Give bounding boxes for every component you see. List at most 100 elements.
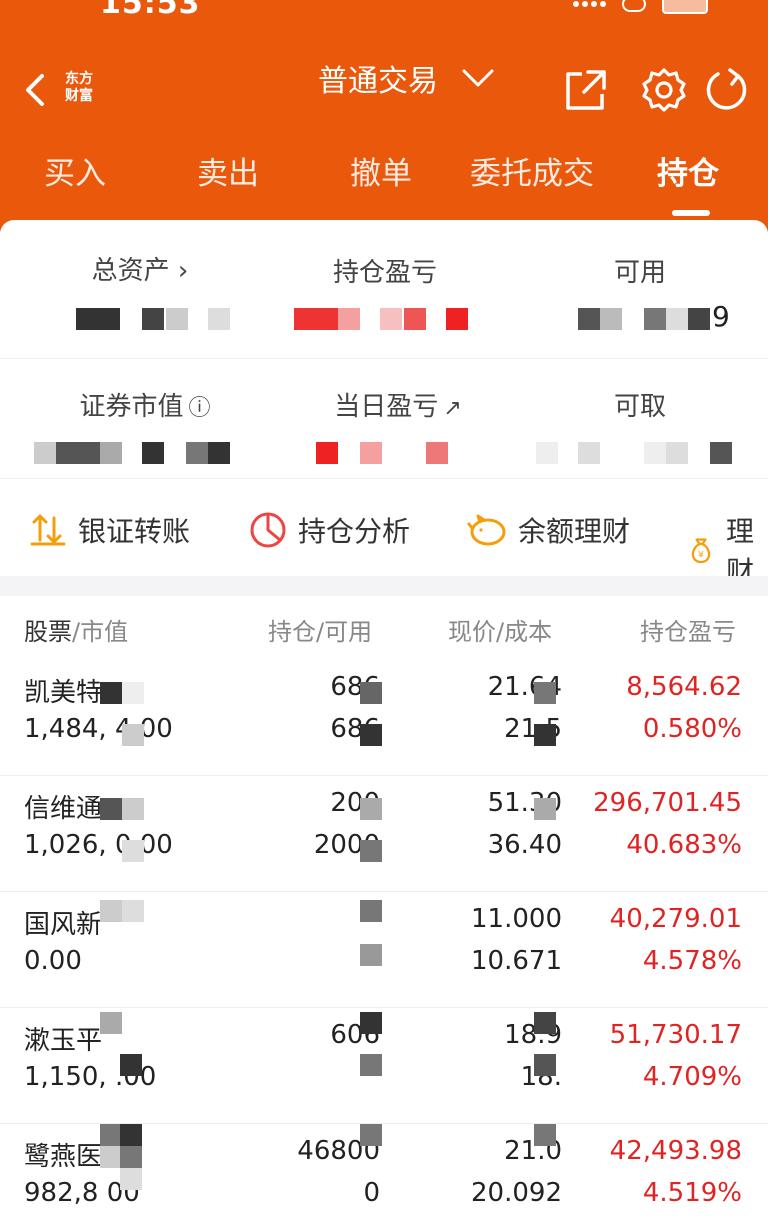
balance-finance-action[interactable]: 余额理财 — [466, 510, 630, 550]
col-header-stock: 股票/市值 — [24, 618, 129, 646]
divider — [0, 358, 768, 359]
stock-name: 凯美特 — [24, 678, 103, 708]
refresh-icon[interactable] — [702, 66, 750, 114]
position-pl-value: 51,730.17 — [609, 1020, 742, 1050]
bank-transfer-action[interactable]: 银证转账 — [28, 510, 190, 550]
masked-value — [710, 442, 732, 464]
position-pl-percent: 40.683% — [626, 830, 742, 860]
masked-value — [360, 724, 382, 746]
masked-value — [100, 682, 122, 704]
back-icon[interactable] — [18, 70, 58, 110]
masked-value — [644, 442, 666, 464]
available: 可用 — [580, 252, 700, 289]
status-time: 15:53 — [100, 0, 201, 21]
masked-value — [534, 682, 556, 704]
tab-sell[interactable]: 卖出 — [197, 148, 259, 193]
available-label: 可用 — [613, 258, 666, 288]
masked-value — [208, 442, 230, 464]
daily-pl-label: 当日盈亏 — [334, 392, 439, 422]
masked-value — [166, 308, 188, 330]
pie-chart-icon — [250, 512, 286, 548]
total-assets[interactable]: 总资产 › — [60, 250, 220, 287]
position-pl-value: 42,493.98 — [609, 1136, 742, 1166]
header: 15:53 东方 财富 普通交易 买入 卖出 撤单 委托成交 持仓 — [0, 0, 768, 232]
col-header-cost-label: 成本 — [504, 618, 553, 646]
masked-value — [56, 442, 100, 464]
stock-name: 漱玉平 — [24, 1026, 103, 1056]
signal-icon — [573, 1, 606, 7]
masked-value — [120, 1124, 142, 1146]
daily-pl[interactable]: 当日盈亏 ↗ — [318, 386, 478, 423]
col-header-avail-label: 可用 — [324, 618, 373, 646]
tab-cancel[interactable]: 撤单 — [350, 148, 412, 193]
holdings-list: 股票/市值 持仓/可用 现价/成本 持仓盈亏 凯美特 1,484, 4.00 6… — [0, 596, 768, 1224]
section-gap — [0, 576, 768, 596]
masked-value — [360, 840, 382, 862]
withdrawable: 可取 — [590, 386, 690, 423]
masked-value — [578, 442, 600, 464]
masked-value — [666, 442, 688, 464]
tab-positions[interactable]: 持仓 — [657, 148, 719, 193]
market-value: 0.00 — [24, 946, 82, 976]
masked-value — [360, 442, 382, 464]
position-pl-percent: 4.519% — [642, 1178, 742, 1208]
masked-value — [120, 1054, 142, 1076]
masked-value — [100, 1124, 122, 1146]
masked-value — [208, 308, 230, 330]
securities-value: 证券市值 ⓘ — [60, 386, 230, 423]
masked-value — [100, 900, 122, 922]
col-header-hold-label: 持仓 — [268, 618, 316, 646]
position-pl-label: 持仓盈亏 — [332, 258, 437, 288]
masked-value — [100, 1146, 122, 1168]
masked-value — [122, 840, 144, 862]
available-qty: 0 — [363, 1178, 380, 1208]
cost-price: 36.40 — [487, 830, 562, 860]
masked-value — [536, 442, 558, 464]
masked-value — [100, 1012, 122, 1034]
position-analysis-action[interactable]: 持仓分析 — [248, 510, 410, 550]
available-value-partial: 9 — [712, 300, 730, 333]
total-assets-label: 总资产 — [91, 256, 170, 286]
tab-orders[interactable]: 委托成交 — [470, 148, 594, 193]
masked-value — [404, 308, 426, 330]
info-icon[interactable]: ⓘ — [189, 396, 211, 421]
app-logo: 东方 财富 — [57, 67, 101, 111]
masked-value — [100, 798, 122, 820]
col-header-price: 现价/成本 — [448, 618, 553, 646]
masked-value — [34, 442, 56, 464]
masked-value — [446, 308, 468, 330]
masked-value — [360, 1124, 382, 1146]
status-icons — [573, 0, 708, 14]
holding-row[interactable]: 信维通 1,026, 0.00 200 2000 51.30 36.40 296… — [0, 776, 768, 892]
chevron-down-icon[interactable] — [462, 68, 494, 88]
settings-icon[interactable] — [640, 66, 688, 114]
masked-value — [534, 1012, 556, 1034]
withdrawable-label: 可取 — [613, 392, 666, 422]
masked-value — [360, 798, 382, 820]
tab-buy[interactable]: 买入 — [44, 148, 106, 193]
holding-row[interactable]: 凯美特 1,484, 4.00 686 686 21.64 21.5 8,564… — [0, 660, 768, 776]
masked-value — [294, 308, 338, 330]
page-title[interactable]: 普通交易 — [318, 56, 438, 100]
holding-row[interactable]: 国风新 0.00 11.000 10.671 40,279.01 4.578% — [0, 892, 768, 1008]
chevron-right-icon: › — [169, 256, 189, 286]
transfer-icon — [30, 514, 66, 546]
position-analysis-label: 持仓分析 — [298, 515, 411, 548]
position-pl-value: 296,701.45 — [593, 788, 742, 818]
col-header-stock-label: 股票 — [24, 618, 72, 646]
masked-value — [666, 308, 688, 330]
masked-value — [186, 442, 208, 464]
masked-value — [534, 798, 556, 820]
position-pl-percent: 4.709% — [642, 1062, 742, 1092]
stock-name: 鹭燕医 — [24, 1142, 103, 1172]
tab-indicator — [672, 210, 710, 216]
position-pl-value: 8,564.62 — [626, 672, 742, 702]
masked-value — [534, 1124, 556, 1146]
holding-row[interactable]: 漱玉平 1,150, .00 606 18.9 18. 51,730.17 4.… — [0, 1008, 768, 1124]
masked-value — [142, 308, 164, 330]
external-link-icon: ↗ — [443, 396, 462, 421]
share-icon[interactable] — [562, 66, 610, 114]
market-value: 1,026, 0.00 — [24, 830, 173, 860]
masked-value — [426, 442, 448, 464]
holding-row[interactable]: 鹭燕医 982,8 00 46800 0 21.0 20.092 42,493.… — [0, 1124, 768, 1224]
